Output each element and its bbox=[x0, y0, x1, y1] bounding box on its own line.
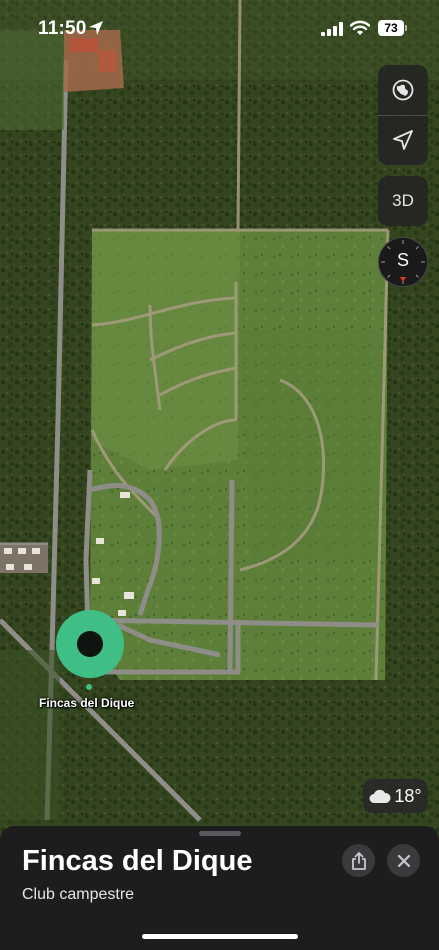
location-arrow-icon bbox=[393, 130, 413, 150]
pin-label[interactable]: Fincas del Dique bbox=[39, 696, 134, 710]
compass-heading: S bbox=[396, 250, 409, 270]
compass-button[interactable]: S bbox=[378, 237, 428, 287]
place-title: Fincas del Dique bbox=[22, 845, 253, 877]
3d-view-button[interactable]: 3D bbox=[378, 176, 428, 226]
status-bar: 11:50 73 bbox=[0, 0, 439, 54]
location-services-icon bbox=[89, 21, 103, 35]
pin-center-dot bbox=[77, 631, 103, 657]
place-pin[interactable] bbox=[56, 610, 124, 678]
status-time: 11:50 bbox=[38, 18, 87, 39]
sheet-grabber[interactable] bbox=[199, 831, 241, 836]
cellular-signal-icon bbox=[321, 22, 343, 36]
home-indicator[interactable] bbox=[142, 934, 298, 939]
pin-anchor-dot bbox=[86, 684, 92, 690]
locate-me-button[interactable] bbox=[378, 115, 428, 165]
map-style-button[interactable] bbox=[378, 65, 428, 115]
place-category: Club campestre bbox=[22, 886, 135, 903]
battery-tip bbox=[405, 25, 407, 31]
close-button[interactable] bbox=[387, 844, 420, 877]
share-button[interactable] bbox=[342, 844, 375, 877]
map-controls bbox=[378, 65, 428, 165]
cloud-icon bbox=[369, 789, 391, 803]
close-icon bbox=[397, 854, 410, 867]
battery-indicator: 73 bbox=[378, 20, 404, 36]
temperature: 18° bbox=[394, 785, 422, 806]
weather-badge: 18° bbox=[363, 779, 428, 813]
globe-icon bbox=[392, 79, 414, 101]
wifi-icon bbox=[350, 20, 370, 35]
share-icon bbox=[351, 851, 366, 870]
